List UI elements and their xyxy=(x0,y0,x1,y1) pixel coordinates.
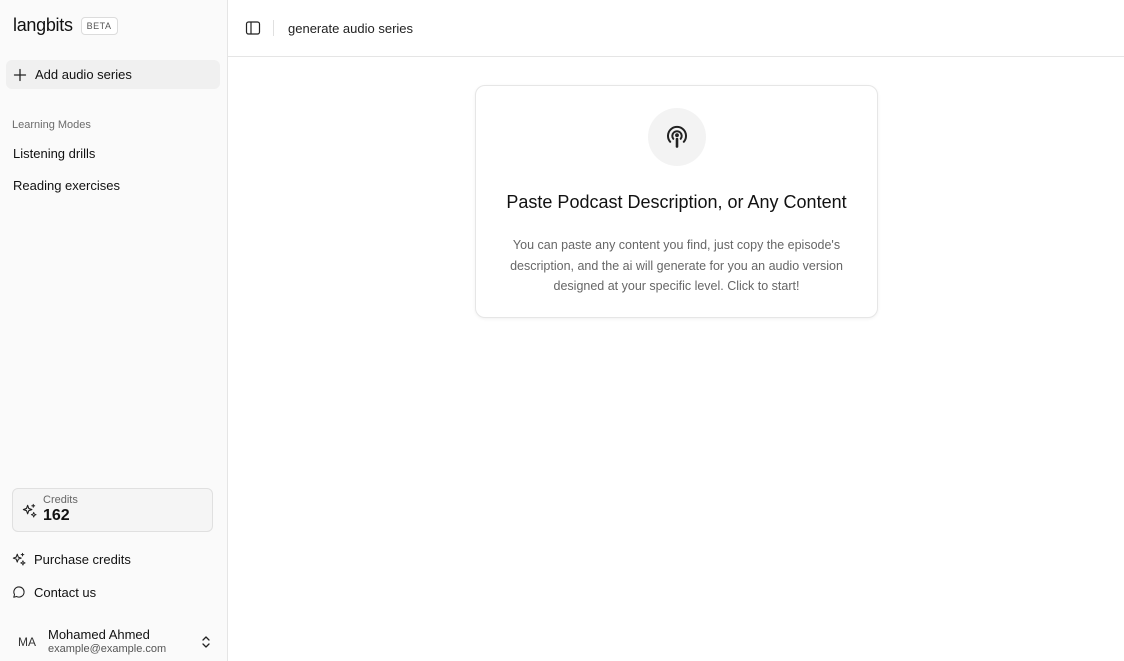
sparkle-icon xyxy=(12,552,26,566)
chevrons-up-down-icon xyxy=(202,636,210,648)
beta-badge: BETA xyxy=(80,16,118,35)
card-description: You can paste any content you find, just… xyxy=(510,238,843,293)
main-content: generate audio series Paste Podcast Desc… xyxy=(228,0,1124,661)
credits-label: Credits xyxy=(43,494,78,506)
contact-us-label: Contact us xyxy=(34,584,97,600)
sidebar-toggle-icon[interactable] xyxy=(245,20,261,36)
avatar: MA xyxy=(12,627,42,657)
sidebar-item-label: Reading exercises xyxy=(13,177,120,193)
add-audio-series-button[interactable]: Add audio series xyxy=(6,60,220,89)
credits-value: 162 xyxy=(43,507,70,524)
header-divider xyxy=(273,20,274,36)
credits-card: Credits 162 xyxy=(12,488,213,532)
podcast-icon-circle xyxy=(647,108,706,166)
breadcrumb: generate audio series xyxy=(288,20,414,36)
sidebar-item-label: Listening drills xyxy=(13,145,96,161)
user-name: Mohamed Ahmed xyxy=(48,627,150,642)
sparkle-icon xyxy=(22,503,37,518)
brand: langbits BETA xyxy=(13,15,118,36)
plus-icon xyxy=(13,68,27,81)
card-title: Paste Podcast Description, or Any Conten… xyxy=(506,192,847,212)
sidebar-item-reading-exercises[interactable]: Reading exercises xyxy=(6,171,220,199)
user-menu[interactable]: MA Mohamed Ahmed example@example.com xyxy=(6,624,220,660)
purchase-credits-link[interactable]: Purchase credits xyxy=(6,545,220,573)
user-email: example@example.com xyxy=(48,643,167,655)
brand-name: langbits xyxy=(13,15,73,35)
purchase-credits-label: Purchase credits xyxy=(34,551,131,567)
paste-content-card[interactable]: Paste Podcast Description, or Any Conten… xyxy=(475,85,878,318)
add-audio-series-label: Add audio series xyxy=(35,67,132,82)
chat-bubble-icon xyxy=(13,586,25,598)
sidebar-item-listening-drills[interactable]: Listening drills xyxy=(6,139,220,167)
podcast-icon xyxy=(666,125,687,148)
sidebar: langbits BETA Add audio series Learning … xyxy=(0,0,228,661)
top-bar: generate audio series xyxy=(228,0,1124,57)
learning-modes-heading: Learning Modes xyxy=(12,119,91,131)
contact-us-link[interactable]: Contact us xyxy=(6,578,220,606)
app-root: langbits BETA Add audio series Learning … xyxy=(0,0,1124,661)
